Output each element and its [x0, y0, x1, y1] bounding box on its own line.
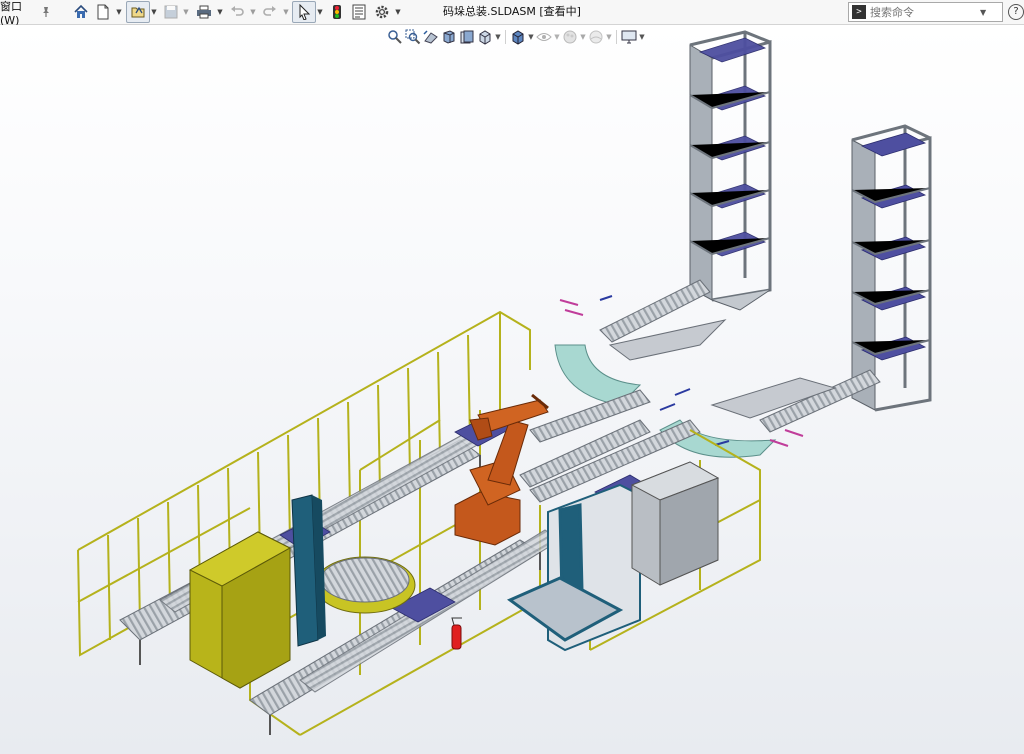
open-dropdown-caret[interactable]: ▼ — [150, 0, 158, 24]
open-icon[interactable] — [126, 1, 150, 23]
dynamic-annotation-icon[interactable] — [458, 28, 476, 46]
help-icon[interactable]: ? — [1008, 4, 1024, 20]
hide-show-dropdown-caret[interactable]: ▼ — [553, 33, 561, 41]
save-dropdown-caret[interactable]: ▼ — [182, 0, 190, 24]
title-bar: 窗口(W) ▼ ▼ ▼ ▼ ▼ ▼ ▼ ▼ 码垛总装.SLDASM [查看中] — [0, 0, 1024, 27]
home-icon[interactable] — [70, 0, 92, 24]
storage-tower-right — [851, 124, 932, 412]
print-icon[interactable] — [193, 0, 215, 24]
options-dropdown-caret[interactable]: ▼ — [394, 0, 402, 24]
zoom-area-icon[interactable] — [404, 28, 422, 46]
search-dropdown-icon[interactable]: ▼ — [980, 8, 986, 17]
select-arrow-icon[interactable] — [292, 1, 316, 23]
new-document-icon[interactable] — [92, 0, 114, 24]
view-orientation-dropdown-caret[interactable]: ▼ — [494, 33, 502, 41]
fire-extinguisher — [451, 617, 462, 650]
undo-dropdown-caret[interactable]: ▼ — [249, 0, 257, 24]
select-dropdown-caret[interactable]: ▼ — [316, 0, 324, 24]
hide-show-icon[interactable] — [535, 28, 553, 46]
edit-appearance-dropdown-caret[interactable]: ▼ — [579, 33, 587, 41]
options-gear-icon[interactable] — [371, 0, 393, 24]
section-view-icon[interactable] — [440, 28, 458, 46]
print-dropdown-caret[interactable]: ▼ — [216, 0, 224, 24]
redo-dropdown-caret[interactable]: ▼ — [282, 0, 290, 24]
view-toolbar: ▼ ▼ ▼ ▼ ▼ ▼ — [386, 27, 646, 47]
apply-scene-icon[interactable] — [587, 28, 605, 46]
search-box[interactable]: > ▼ — [848, 2, 1003, 22]
assembly-model — [77, 30, 932, 736]
redo-icon[interactable] — [259, 0, 281, 24]
new-dropdown-caret[interactable]: ▼ — [115, 0, 123, 24]
view-toolbar-separator — [616, 30, 617, 44]
menu-window[interactable]: 窗口(W) — [0, 0, 34, 27]
graphics-area[interactable] — [0, 25, 1024, 754]
grey-cabinet — [630, 461, 720, 586]
save-icon[interactable] — [160, 0, 182, 24]
undo-icon[interactable] — [226, 0, 248, 24]
search-input[interactable] — [870, 4, 978, 20]
view-settings-icon[interactable] — [620, 28, 638, 46]
yellow-guard-box — [188, 531, 292, 689]
file-properties-icon[interactable] — [348, 0, 370, 24]
traffic-light-icon[interactable] — [326, 0, 348, 24]
previous-view-icon[interactable] — [422, 28, 440, 46]
display-style-dropdown-caret[interactable]: ▼ — [527, 33, 535, 41]
view-settings-dropdown-caret[interactable]: ▼ — [638, 33, 646, 41]
pin-icon[interactable] — [38, 0, 54, 24]
view-orientation-icon[interactable] — [476, 28, 494, 46]
view-toolbar-separator — [505, 30, 506, 44]
turntable — [314, 556, 416, 614]
storage-tower-left — [689, 30, 772, 311]
stacker-frame-right — [507, 483, 641, 652]
apply-scene-dropdown-caret[interactable]: ▼ — [605, 33, 613, 41]
display-style-icon[interactable] — [509, 28, 527, 46]
stacker-column-left — [291, 494, 326, 647]
command-prompt-icon: > — [852, 5, 866, 19]
edit-appearance-icon[interactable] — [561, 28, 579, 46]
zoom-to-fit-icon[interactable] — [386, 28, 404, 46]
conveyor-upper — [529, 279, 727, 443]
